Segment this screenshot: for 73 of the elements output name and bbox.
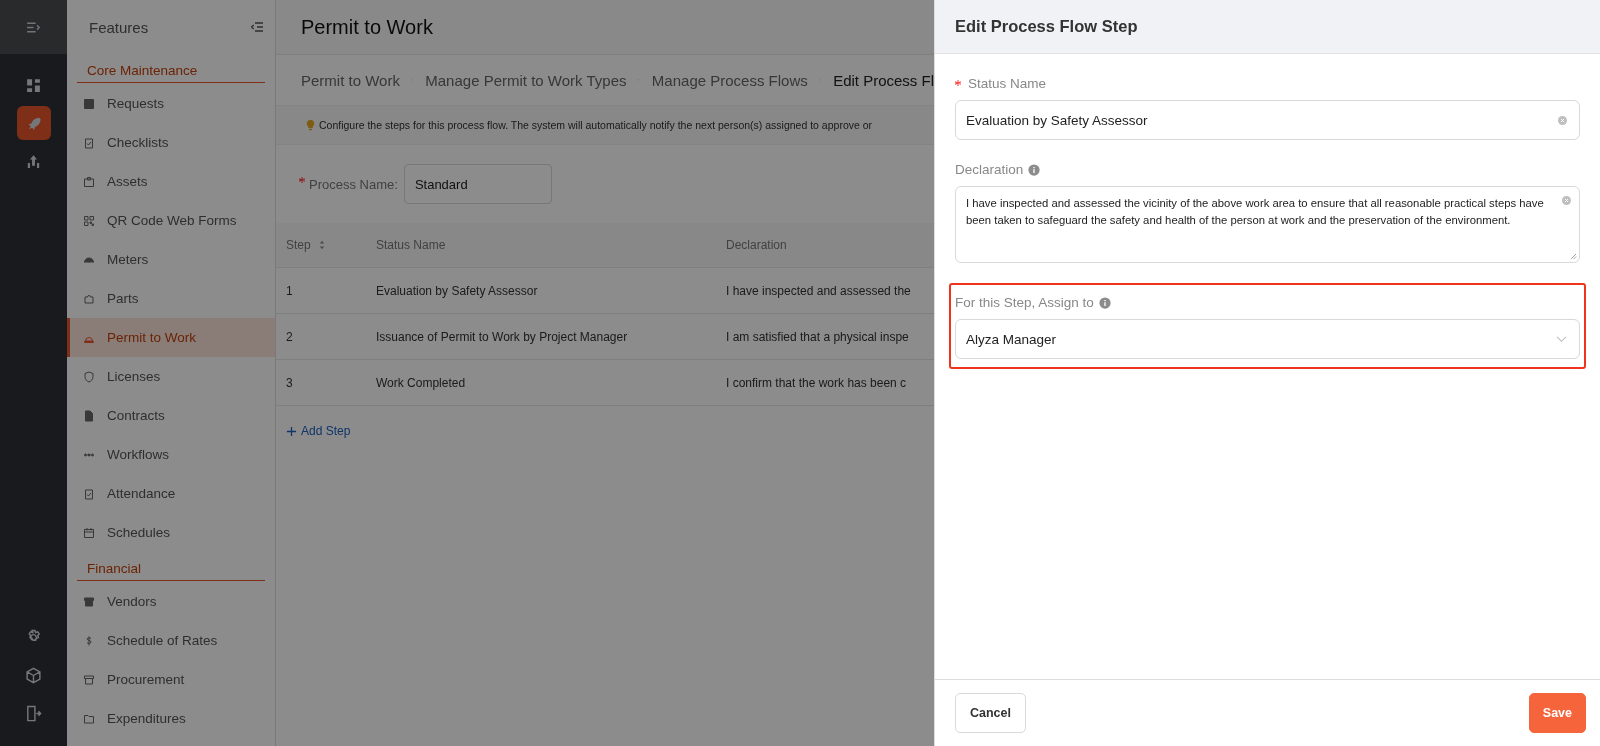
table-cell: I have inspected and assessed the <box>726 283 911 298</box>
sidebar-title: Features <box>89 18 149 36</box>
store-icon <box>83 673 95 686</box>
table-cell: 2 <box>286 329 293 344</box>
info-icon[interactable] <box>1098 296 1111 309</box>
breadcrumb-link[interactable]: Manage Permit to Work Types <box>425 71 627 89</box>
info-icon[interactable] <box>1028 163 1041 176</box>
breadcrumb-link[interactable]: Permit to Work <box>301 71 400 89</box>
sidebar-item[interactable]: Vendors <box>67 582 275 621</box>
section-heading: Financial <box>77 552 265 581</box>
sidebar-item[interactable]: Checklists <box>67 123 275 162</box>
sidebar-item[interactable]: Meters <box>67 240 275 279</box>
sidebar-item[interactable]: Contracts <box>67 396 275 435</box>
table-cell: Issuance of Permit to Work by Project Manager <box>376 329 628 344</box>
sidebar-item[interactable]: Assets <box>67 162 275 201</box>
sidebar-item[interactable]: Requests <box>67 84 275 123</box>
drawer-title: Edit Process Flow Step <box>955 17 1138 36</box>
process-name-field[interactable]: Standard <box>403 164 552 204</box>
table-cell: 3 <box>286 375 293 390</box>
clipboard-check-icon <box>83 136 95 149</box>
shield-icon <box>83 370 95 383</box>
box-icon <box>83 175 95 188</box>
save-button[interactable]: Save <box>1528 693 1586 733</box>
clear-icon[interactable] <box>1558 115 1567 125</box>
sidebar-item[interactable]: Parts <box>67 279 275 318</box>
sidebar-item[interactable]: Attendance <box>67 474 275 513</box>
field-label: Status Name <box>968 76 1047 91</box>
status-name-field[interactable]: Evaluation by Safety Assessor <box>955 100 1580 140</box>
sidebar-item[interactable]: Workflows <box>67 435 275 474</box>
clear-icon[interactable] <box>1562 196 1571 205</box>
page-title: Permit to Work <box>301 15 433 39</box>
qr-code-icon <box>83 214 95 227</box>
breadcrumb-link[interactable]: Manage Process Flows <box>651 71 808 89</box>
resize-grip-icon[interactable] <box>1570 253 1577 260</box>
column-header: Declaration <box>726 238 787 252</box>
table-cell: I confirm that the work has been c <box>726 375 907 390</box>
collapse-sidebar-icon[interactable] <box>249 19 265 35</box>
store-icon <box>83 595 95 608</box>
calendar-icon <box>83 526 95 539</box>
table-cell: 1 <box>286 283 293 298</box>
field-label: Declaration <box>955 162 1024 177</box>
field-label: Process Name: <box>309 176 398 192</box>
section-heading: Core Maintenance <box>77 54 265 83</box>
lightbulb-icon <box>306 119 315 131</box>
clipboard-check-icon <box>83 487 95 500</box>
upload-chart-icon <box>25 152 42 170</box>
column-header: Step <box>286 238 311 252</box>
sidebar-item[interactable]: Schedules <box>67 513 275 552</box>
declaration-field[interactable]: I have inspected and assessed the vicinity of the above work area to ensure that all reasonable practical steps have been taken to safeguard the safety and health of the person at work and the preservation of the environment. <box>955 186 1580 263</box>
rocket-nav-button[interactable] <box>16 106 51 140</box>
sidebar-item[interactable]: QR Code Web Forms <box>67 201 275 240</box>
sidebar-item[interactable]: Schedule of Rates <box>67 621 275 660</box>
column-header: Status Name <box>376 238 446 252</box>
document-icon <box>83 409 95 422</box>
sidebar-item[interactable]: Expenditures <box>67 699 275 738</box>
cancel-button[interactable]: Cancel <box>955 693 1026 733</box>
table-cell: I am satisfied that a physical inspe <box>726 329 909 344</box>
sidebar-item[interactable]: Procurement <box>67 660 275 699</box>
table-cell: Work Completed <box>376 375 466 390</box>
caret-icon <box>1556 335 1567 343</box>
notice-text: Configure the steps for this process flow. The system will automatically notify the next person(s) assigned to approve or <box>319 119 873 131</box>
cube-icon[interactable] <box>25 667 42 684</box>
sidebar-item[interactable]: Licenses <box>67 357 275 396</box>
plus-icon <box>286 425 297 437</box>
field-label: For this Step, Assign to <box>955 295 1094 310</box>
sidebar-item[interactable]: Permit to Work <box>67 318 275 357</box>
exit-icon[interactable] <box>25 705 42 722</box>
folder-icon <box>83 712 95 725</box>
assignee-select[interactable]: Alyza Manager <box>955 319 1580 359</box>
add-step-link[interactable]: Add Step <box>286 424 351 438</box>
table-cell: Evaluation by Safety Assessor <box>376 283 538 298</box>
dashboard-icon <box>25 76 42 94</box>
sort-icon[interactable] <box>318 240 325 250</box>
